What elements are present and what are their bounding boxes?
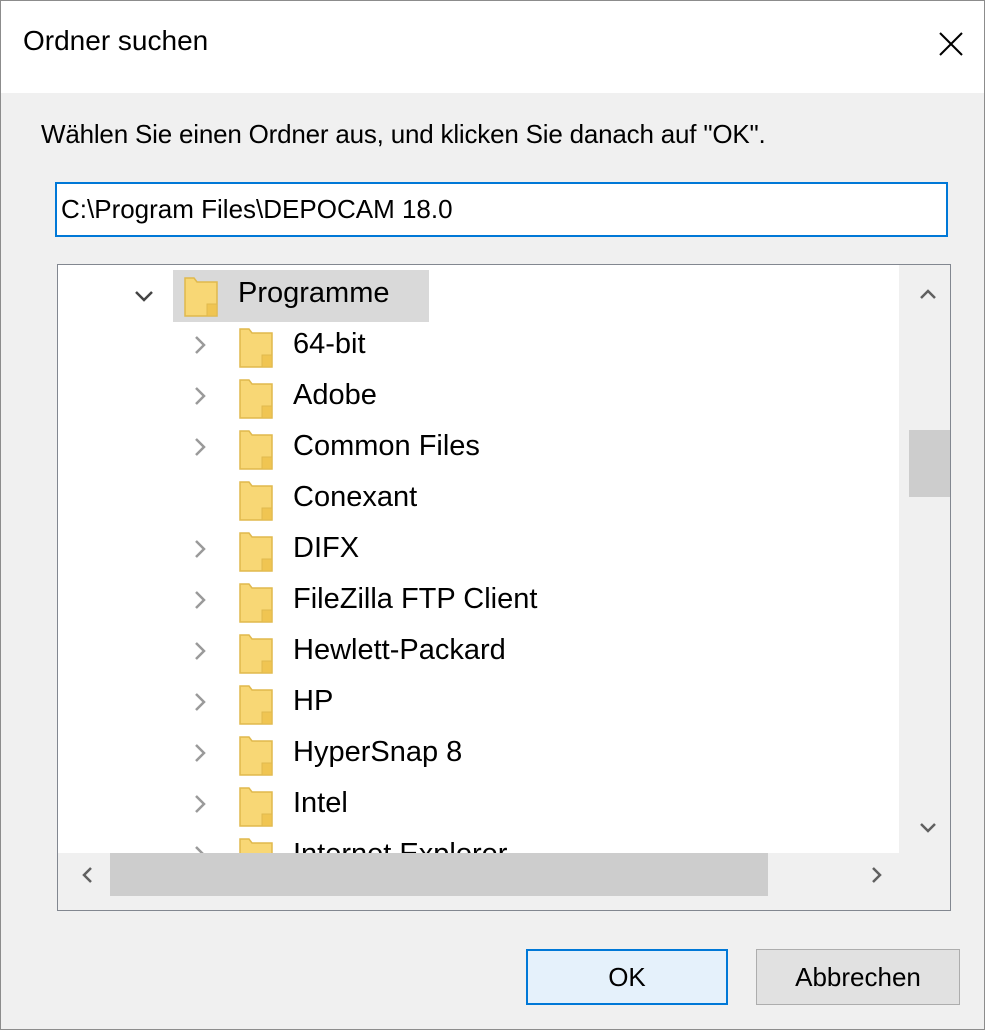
horizontal-scrollbar[interactable] <box>58 853 950 910</box>
tree-item[interactable]: HyperSnap 8 <box>58 727 898 777</box>
tree-item[interactable]: DIFX <box>58 523 898 573</box>
tree-item-label: 64-bit <box>293 328 366 360</box>
scrollbar-corner <box>899 853 950 910</box>
tree-item[interactable]: Common Files <box>58 421 898 471</box>
chevron-right-icon[interactable] <box>188 588 212 612</box>
folder-icon <box>239 685 273 725</box>
tree-item-label: Common Files <box>293 430 480 462</box>
close-button[interactable] <box>930 25 970 65</box>
vertical-scroll-thumb[interactable] <box>909 430 950 497</box>
tree-item[interactable]: 64-bit <box>58 319 898 369</box>
chevron-right-icon[interactable] <box>188 690 212 714</box>
chevron-down-icon[interactable] <box>132 284 156 308</box>
vertical-scrollbar[interactable] <box>899 265 950 853</box>
folder-icon <box>239 481 273 521</box>
tree-item[interactable]: Adobe <box>58 370 898 420</box>
scroll-left-icon[interactable] <box>72 860 102 890</box>
folder-tree[interactable]: Programme 64-bit Adobe Common Files Conexant… <box>57 264 951 911</box>
folder-icon <box>239 430 273 470</box>
folder-icon <box>239 328 273 368</box>
title-bar: Ordner suchen <box>1 1 984 93</box>
tree-item-label: HP <box>293 685 334 717</box>
chevron-right-icon[interactable] <box>188 639 212 663</box>
tree-item-label: FileZilla FTP Client <box>293 583 538 615</box>
folder-icon <box>239 787 273 827</box>
folder-icon <box>239 532 273 572</box>
scroll-down-icon[interactable] <box>913 813 943 843</box>
tree-item-label: Hewlett-Packard <box>293 634 506 666</box>
tree-item-label: Adobe <box>293 379 377 411</box>
tree-item[interactable]: HP <box>58 676 898 726</box>
chevron-right-icon[interactable] <box>188 435 212 459</box>
chevron-right-icon[interactable] <box>188 384 212 408</box>
scroll-right-icon[interactable] <box>862 860 892 890</box>
scroll-up-icon[interactable] <box>913 279 943 309</box>
tree-item[interactable]: Intel <box>58 778 898 828</box>
dialog-title: Ordner suchen <box>23 25 209 56</box>
ok-button[interactable]: OK <box>526 949 728 1005</box>
chevron-right-icon[interactable] <box>188 792 212 816</box>
chevron-right-icon[interactable] <box>188 537 212 561</box>
folder-icon <box>239 583 273 623</box>
tree-item-label: Conexant <box>293 481 418 513</box>
chevron-right-icon[interactable] <box>188 333 212 357</box>
close-icon <box>939 32 963 56</box>
cancel-button[interactable]: Abbrechen <box>756 949 960 1005</box>
horizontal-scroll-thumb[interactable] <box>110 853 768 896</box>
folder-icon <box>184 277 218 317</box>
tree-item-label: HyperSnap 8 <box>293 736 463 768</box>
folder-icon <box>239 379 273 419</box>
folder-path-input[interactable] <box>55 182 948 237</box>
chevron-right-icon[interactable] <box>188 741 212 765</box>
tree-item-label: Programme <box>238 277 390 309</box>
tree-item[interactable]: Conexant <box>58 472 898 522</box>
tree-item[interactable]: Hewlett-Packard <box>58 625 898 675</box>
folder-icon <box>239 736 273 776</box>
folder-browse-dialog: Ordner suchen Wählen Sie einen Ordner au… <box>0 0 985 1030</box>
tree-item-label: DIFX <box>293 532 360 564</box>
tree-item-label: Intel <box>293 787 348 819</box>
instruction-text: Wählen Sie einen Ordner aus, und klicken… <box>41 119 766 149</box>
folder-icon <box>239 634 273 674</box>
tree-item[interactable]: FileZilla FTP Client <box>58 574 898 624</box>
tree-item-programme[interactable]: Programme <box>58 268 898 322</box>
